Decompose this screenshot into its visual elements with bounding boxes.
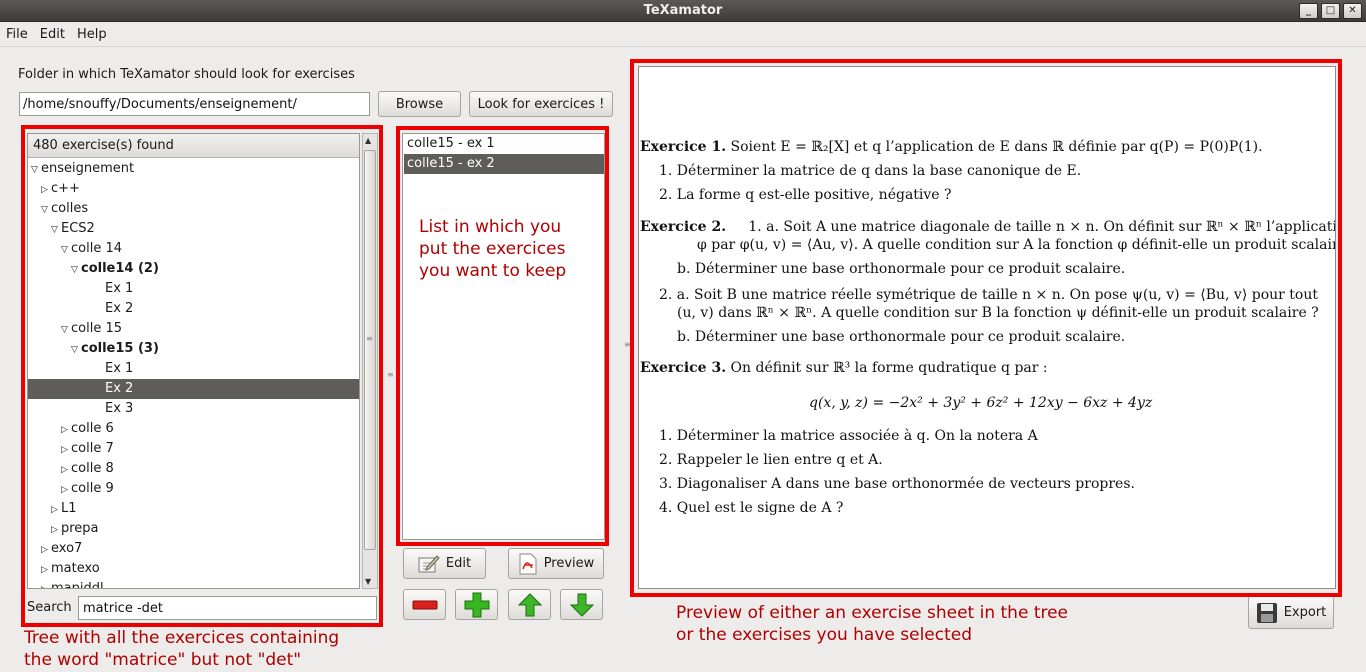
preview-label: Preview xyxy=(543,556,595,571)
folder-label: Folder in which TeXamator should look fo… xyxy=(18,67,355,82)
folder-path-input[interactable] xyxy=(19,92,370,116)
preview-annotation-line: or the exercises you have selected xyxy=(676,625,973,645)
look-for-exercises-button[interactable]: Look for exercices ! xyxy=(469,91,613,117)
pdf-icon xyxy=(519,553,537,574)
move-down-button[interactable] xyxy=(560,589,603,620)
remove-exercise-button[interactable] xyxy=(403,589,446,620)
move-up-button[interactable] xyxy=(508,589,551,620)
splitter-handle-left[interactable]: ≡ xyxy=(387,370,394,379)
browse-button[interactable]: Browse xyxy=(378,91,461,117)
menu-bar: File Edit Help xyxy=(0,23,1366,47)
menu-help[interactable]: Help xyxy=(71,23,113,46)
preview-annotation: Preview of either an exercise sheet in t… xyxy=(676,602,1068,646)
close-button[interactable]: ✕ xyxy=(1343,3,1362,19)
preview-highlight-box xyxy=(630,59,1342,597)
arrow-up-icon xyxy=(517,592,542,616)
tree-annotation-line: Tree with all the exercices containing xyxy=(24,628,340,648)
menu-edit[interactable]: Edit xyxy=(34,23,71,46)
minus-icon xyxy=(412,600,437,609)
export-label: Export xyxy=(1283,605,1327,620)
export-button[interactable]: Export xyxy=(1248,596,1334,629)
list-highlight-box xyxy=(396,126,609,546)
window-controls: _ □ ✕ xyxy=(1299,3,1362,19)
preview-annotation-line: Preview of either an exercise sheet in t… xyxy=(676,603,1069,623)
tree-annotation-line: the word "matrice" but not "det" xyxy=(24,650,302,670)
edit-icon xyxy=(418,554,440,572)
minimize-button[interactable]: _ xyxy=(1299,3,1318,19)
plus-icon xyxy=(464,592,489,617)
menu-file[interactable]: File xyxy=(0,23,34,46)
preview-button[interactable]: Preview xyxy=(508,548,604,579)
tree-highlight-box xyxy=(21,125,383,627)
floppy-disk-icon xyxy=(1256,602,1277,623)
edit-button[interactable]: Edit xyxy=(403,548,486,579)
title-bar: TeXamator _ □ ✕ xyxy=(0,0,1366,22)
add-exercise-button[interactable] xyxy=(455,589,498,620)
arrow-down-icon xyxy=(569,593,594,617)
maximize-button[interactable]: □ xyxy=(1321,3,1340,19)
edit-label: Edit xyxy=(445,556,472,571)
window-title: TeXamator xyxy=(643,3,723,18)
tree-annotation: Tree with all the exercices containing t… xyxy=(24,627,339,671)
